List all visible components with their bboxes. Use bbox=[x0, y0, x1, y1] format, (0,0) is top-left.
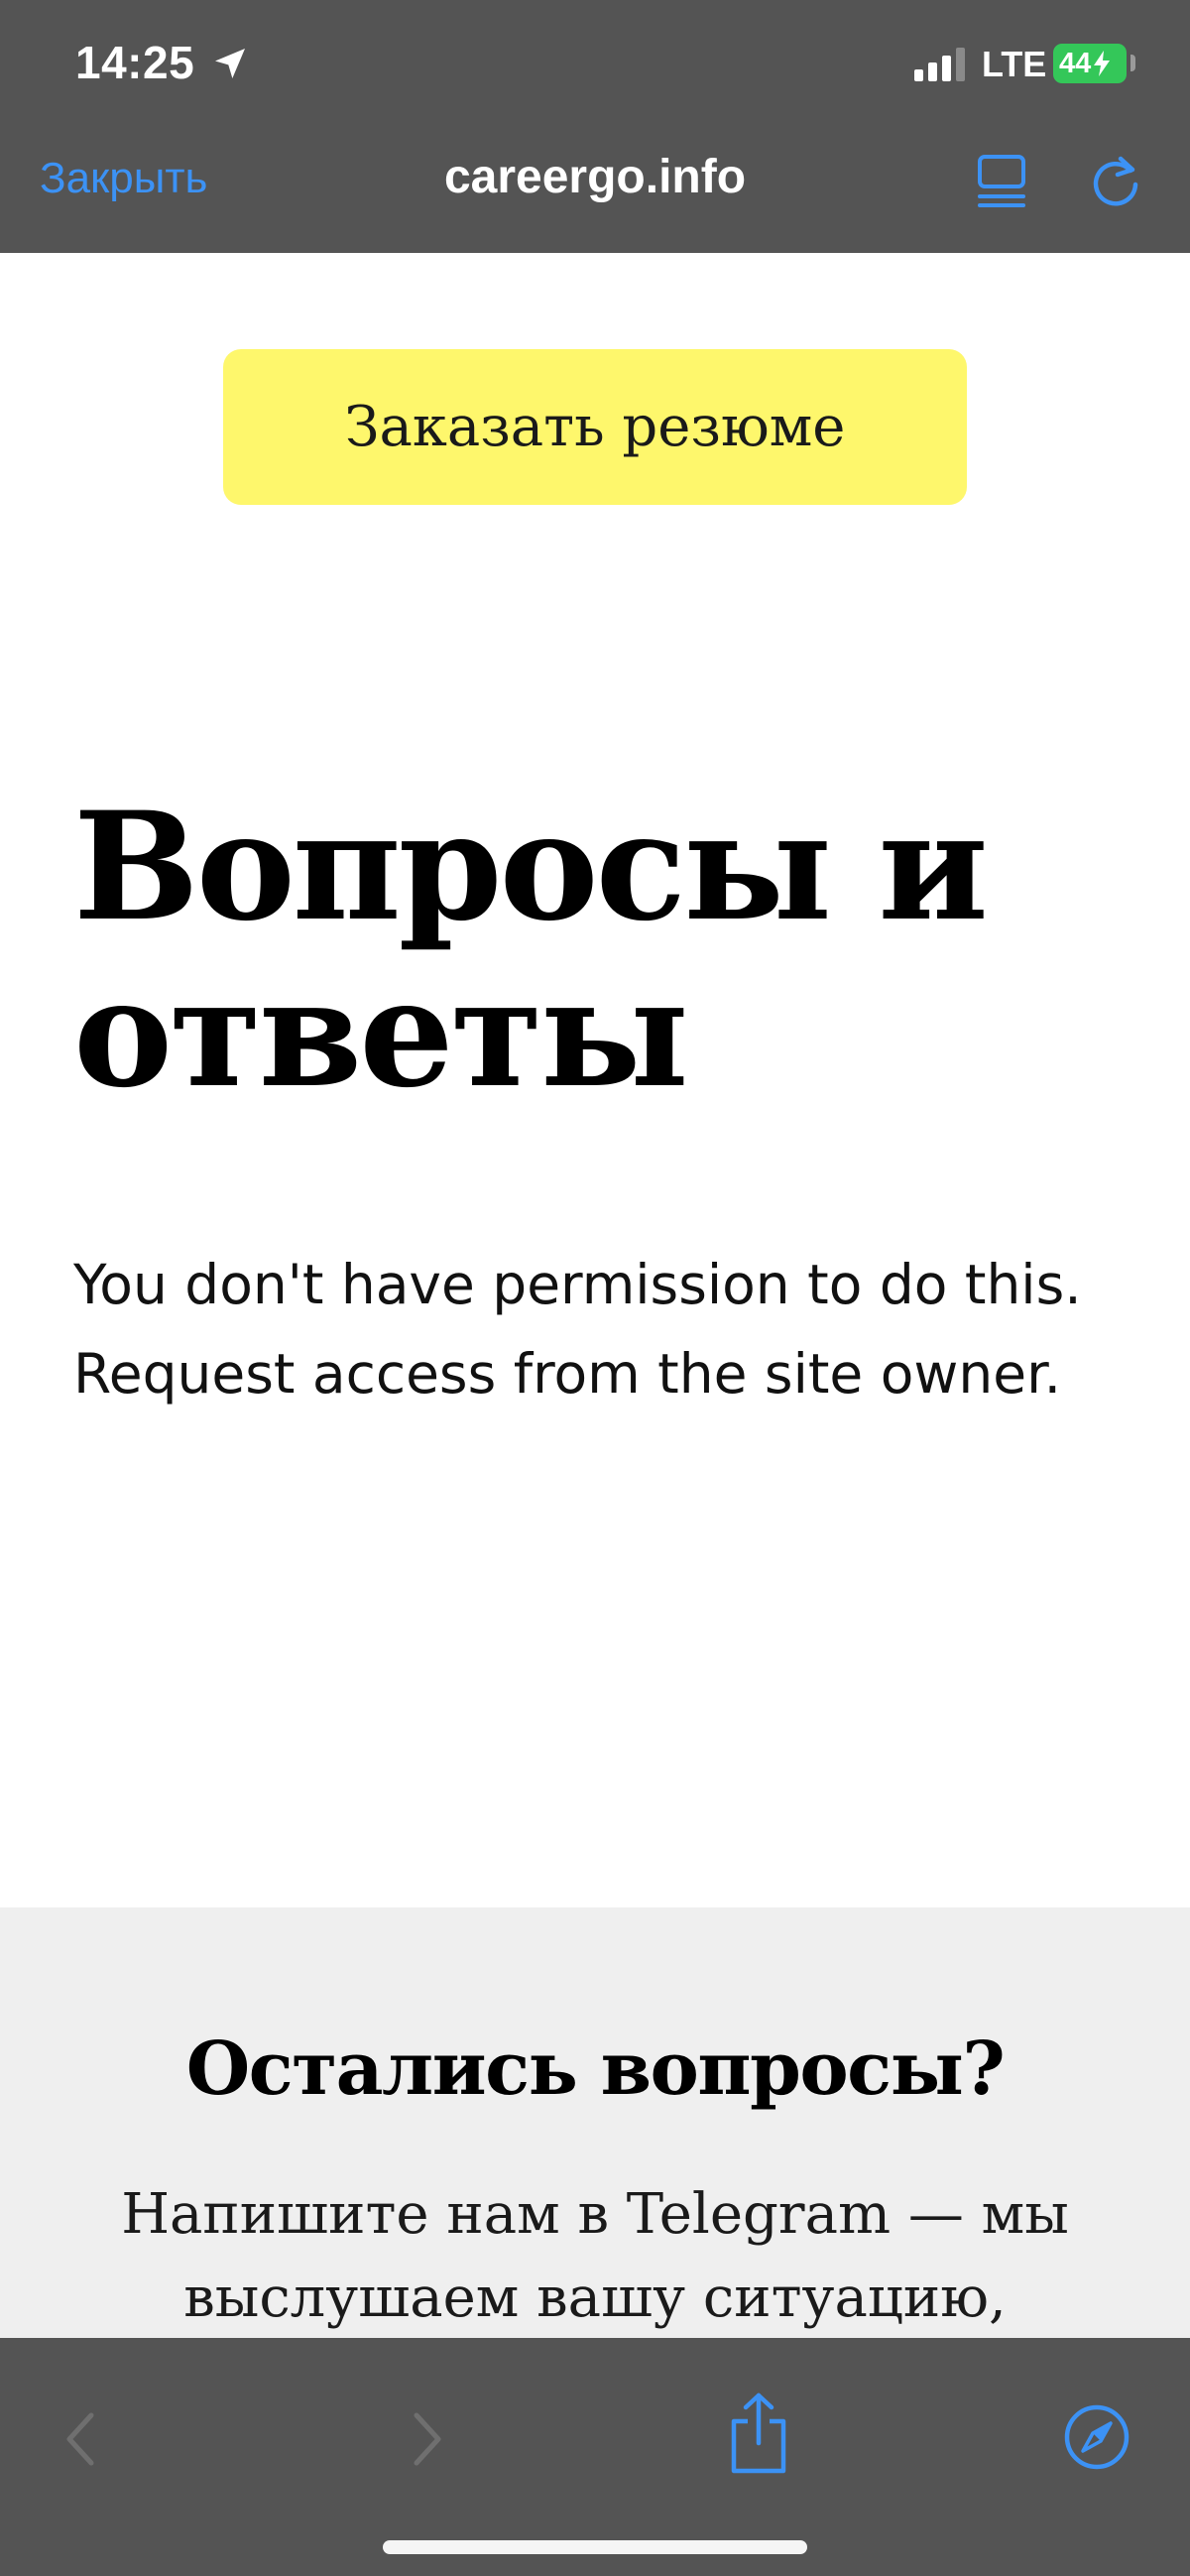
location-arrow-icon bbox=[215, 49, 245, 78]
close-button[interactable]: Закрыть bbox=[40, 154, 207, 203]
compass-icon[interactable] bbox=[1063, 2403, 1130, 2471]
back-chevron-icon[interactable] bbox=[58, 2409, 107, 2469]
bottom-toolbar bbox=[0, 2338, 1190, 2576]
browser-top-chrome: 14:25 LTE 44 Закрыть careergo.info bbox=[0, 0, 1190, 253]
network-type: LTE bbox=[982, 44, 1047, 84]
battery-charging-icon: 44 bbox=[1053, 44, 1127, 83]
share-icon[interactable] bbox=[726, 2392, 791, 2475]
questions-section: Остались вопросы? Напишите нам в Telegra… bbox=[0, 1907, 1190, 2338]
forward-chevron-icon[interactable] bbox=[401, 2409, 450, 2469]
home-indicator bbox=[383, 2540, 807, 2554]
bolt-icon bbox=[1094, 51, 1111, 76]
status-time: 14:25 bbox=[75, 37, 195, 88]
reload-icon[interactable] bbox=[1087, 151, 1144, 210]
cellular-signal-icon bbox=[914, 48, 965, 81]
questions-title: Остались вопросы? bbox=[185, 2026, 1006, 2112]
faq-title: Вопросы и ответы bbox=[73, 780, 989, 1121]
questions-text: Напишите нам в Telegram — мы выслушаем в… bbox=[121, 2182, 1069, 2330]
battery-cap bbox=[1130, 55, 1135, 71]
order-resume-button[interactable]: Заказать резюме bbox=[223, 349, 967, 505]
battery-level: 44 bbox=[1059, 47, 1092, 79]
reader-view-icon[interactable] bbox=[976, 153, 1027, 208]
permission-message: You don't have permission to do this. Re… bbox=[73, 1253, 1082, 1406]
